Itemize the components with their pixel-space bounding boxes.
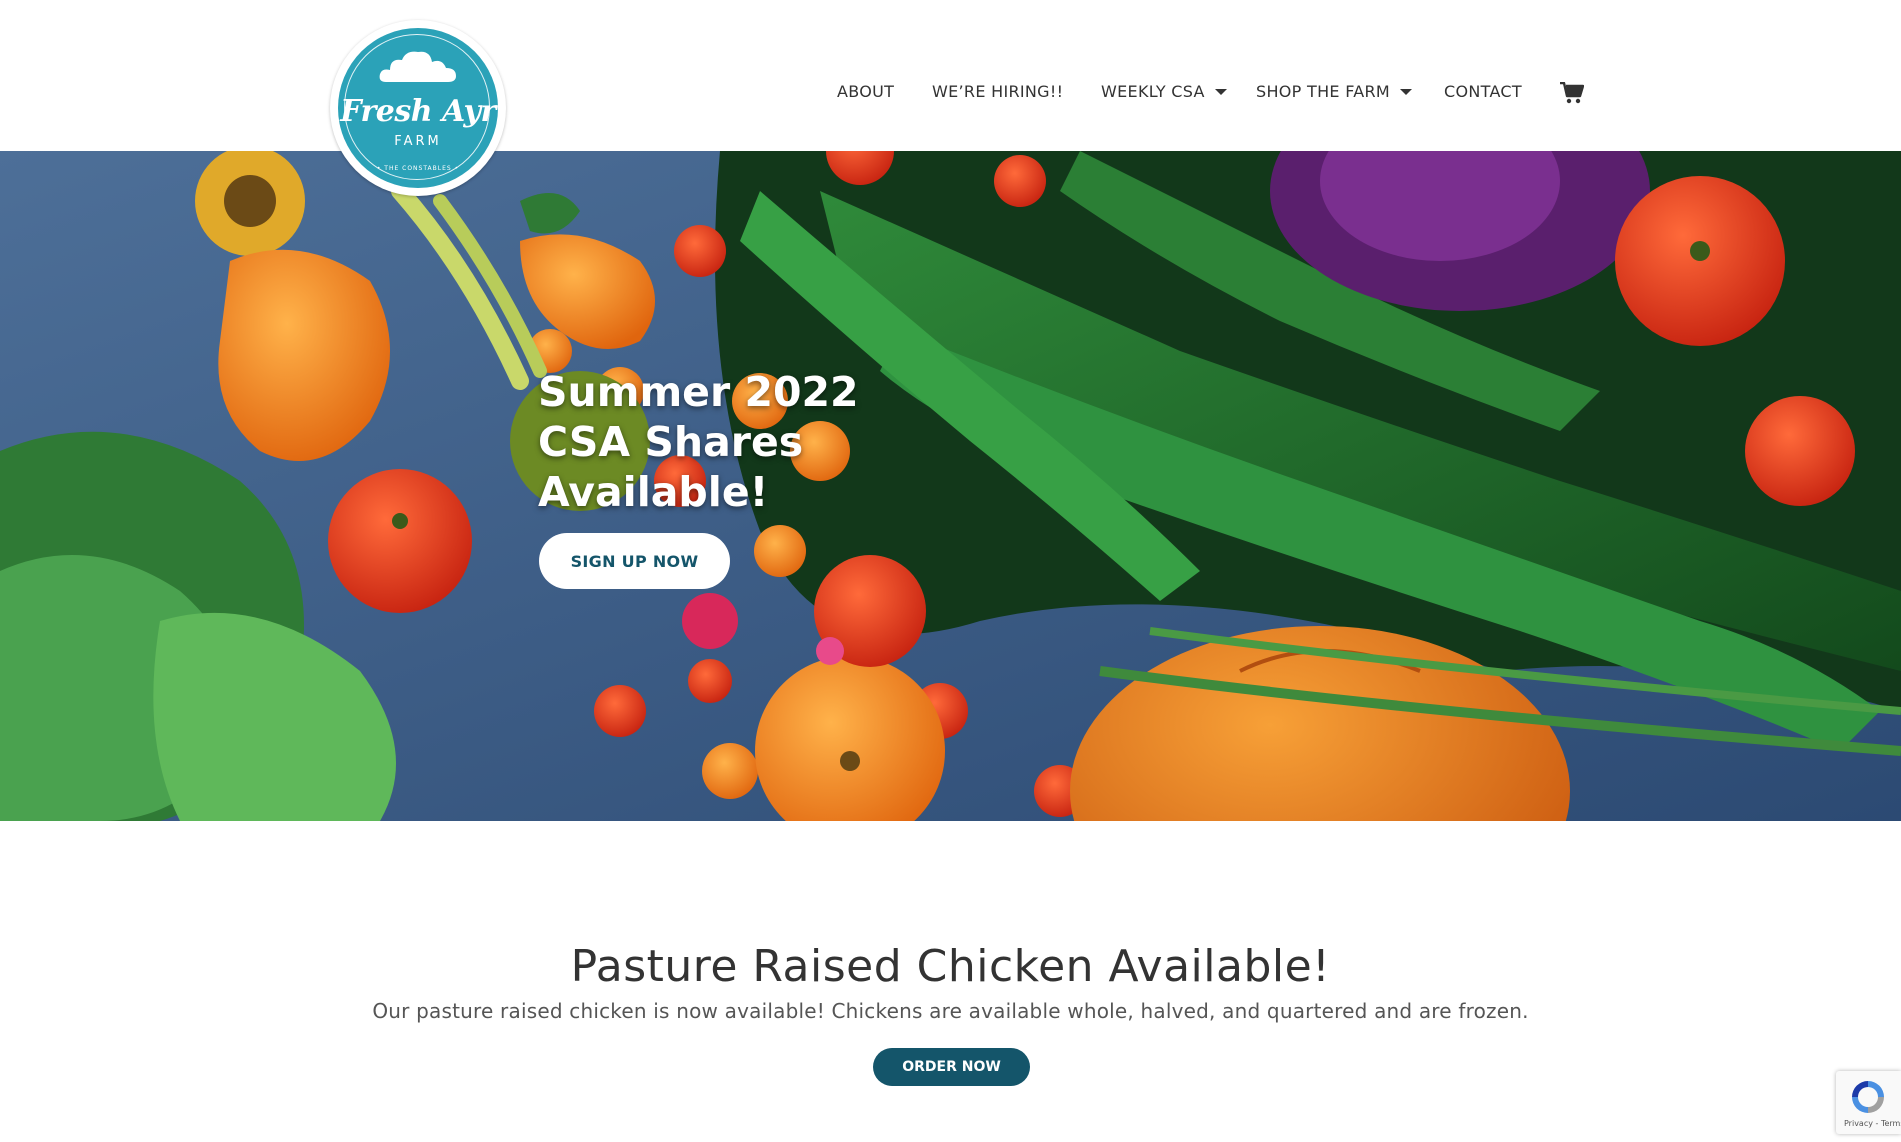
sign-up-now-button[interactable]: SIGN UP NOW: [539, 533, 730, 589]
recaptcha-links[interactable]: Privacy - Terms: [1844, 1119, 1901, 1128]
logo-tagline: • THE CONSTABLES •: [376, 165, 460, 172]
nav-item-label: SHOP THE FARM: [1256, 82, 1391, 101]
nav-item-label: WEEKLY CSA: [1101, 82, 1205, 101]
recaptcha-badge[interactable]: Privacy - Terms: [1836, 1071, 1901, 1134]
chicken-description: Our pasture raised chicken is now availa…: [372, 999, 1529, 1023]
chevron-down-icon: [1214, 88, 1227, 95]
nav-item-weekly-csa[interactable]: WEEKLY CSA: [1101, 82, 1227, 101]
chevron-down-icon: [1400, 88, 1413, 95]
shopping-cart-icon[interactable]: [1560, 82, 1584, 104]
nav-item-shop-the-farm[interactable]: SHOP THE FARM: [1256, 82, 1413, 101]
nav-item-about[interactable]: ABOUT: [837, 82, 894, 101]
nav-item-contact[interactable]: CONTACT: [1444, 82, 1522, 101]
chicken-section: Pasture Raised Chicken Available! Our pa…: [0, 821, 1901, 1142]
hero-banner: Summer 2022 CSA Shares Available! SIGN U…: [0, 151, 1901, 821]
chicken-title: Pasture Raised Chicken Available!: [570, 941, 1331, 992]
nav-item-label: ABOUT: [837, 82, 895, 101]
recaptcha-icon: [1852, 1081, 1884, 1113]
site-header: Fresh Ayr FARM • THE CONSTABLES • ABOUT …: [0, 0, 1901, 196]
site-logo[interactable]: Fresh Ayr FARM • THE CONSTABLES •: [330, 20, 506, 196]
logo-farm-label: FARM: [394, 134, 442, 149]
hero-vegetables-image: [0, 151, 1901, 821]
hero-title: Summer 2022 CSA Shares Available!: [538, 368, 859, 516]
nav-item-label: CONTACT: [1444, 82, 1522, 101]
nav-item-label: WE’RE HIRING!!: [932, 82, 1064, 101]
nav-item-hiring[interactable]: WE’RE HIRING!!: [932, 82, 1063, 101]
cloud-icon: [379, 51, 456, 82]
logo-name: Fresh Ayr: [340, 94, 496, 129]
logo-badge: Fresh Ayr FARM • THE CONSTABLES •: [338, 28, 498, 188]
order-now-button[interactable]: ORDER NOW: [873, 1048, 1030, 1086]
